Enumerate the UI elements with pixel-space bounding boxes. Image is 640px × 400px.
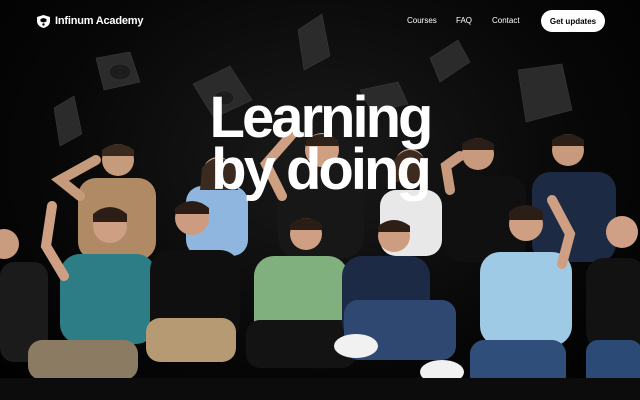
get-updates-button[interactable]: Get updates bbox=[541, 10, 605, 32]
landing-page: Infinum Academy Courses FAQ Contact Get … bbox=[0, 0, 640, 400]
nav-contact-link[interactable]: Contact bbox=[492, 16, 520, 25]
hero-headline: Learning by doing bbox=[0, 89, 640, 202]
brand-name: Infinum Academy bbox=[55, 15, 144, 27]
infinum-logo-icon bbox=[37, 14, 50, 28]
logo-link[interactable]: Infinum Academy bbox=[36, 14, 143, 28]
bench bbox=[0, 378, 640, 400]
site-header: Infinum Academy Courses FAQ Contact Get … bbox=[0, 0, 640, 42]
nav-courses-link[interactable]: Courses bbox=[407, 16, 437, 25]
hero-headline-line-2: by doing bbox=[211, 137, 432, 202]
nav-faq-link[interactable]: FAQ bbox=[456, 16, 472, 25]
